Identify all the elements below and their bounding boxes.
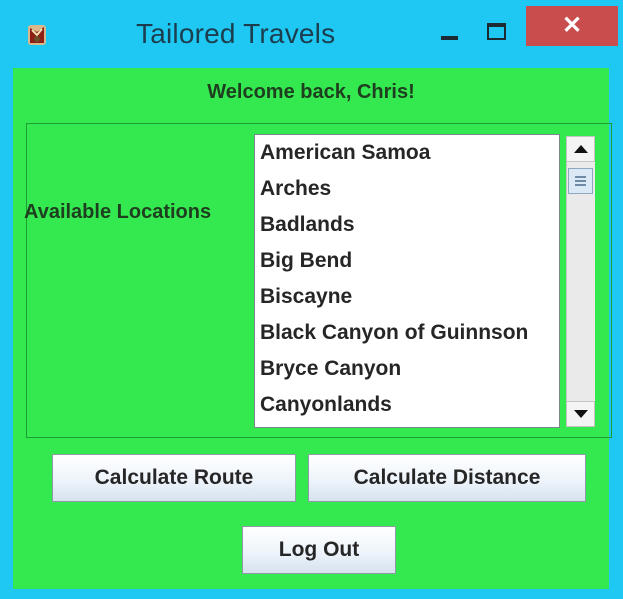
title-bar: Tailored Travels ✕ (0, 0, 623, 66)
close-button[interactable]: ✕ (526, 6, 618, 46)
scroll-thumb[interactable] (568, 168, 593, 194)
grip-line (575, 180, 586, 182)
window-title: Tailored Travels (136, 18, 336, 49)
minimize-button[interactable] (428, 12, 474, 54)
grip-line (575, 184, 586, 186)
list-item[interactable]: Badlands (260, 213, 355, 237)
list-item[interactable]: Biscayne (260, 285, 352, 309)
calculate-route-button[interactable]: Calculate Route (52, 454, 296, 502)
list-item[interactable]: American Samoa (260, 141, 430, 165)
app-window: Tailored Travels ✕ Welcome back, Chris! … (0, 0, 623, 599)
maximize-button[interactable] (476, 12, 522, 54)
list-item[interactable]: Bryce Canyon (260, 357, 401, 381)
list-item[interactable]: Big Bend (260, 249, 352, 273)
locations-list[interactable]: American Samoa Arches Badlands Big Bend … (254, 134, 560, 428)
list-item[interactable]: Black Canyon of Guinnson (260, 321, 528, 345)
log-out-button[interactable]: Log Out (242, 526, 396, 574)
available-locations-label: Available Locations (24, 201, 212, 223)
list-item[interactable]: Arches (260, 177, 331, 201)
app-icon (28, 25, 46, 45)
scroll-up-button[interactable] (566, 136, 595, 162)
calculate-distance-button[interactable]: Calculate Distance (308, 454, 586, 502)
list-item[interactable]: Canyonlands (260, 393, 392, 417)
welcome-message: Welcome back, Chris! (207, 81, 415, 103)
scroll-down-button[interactable] (566, 401, 595, 427)
grip-line (575, 176, 586, 178)
